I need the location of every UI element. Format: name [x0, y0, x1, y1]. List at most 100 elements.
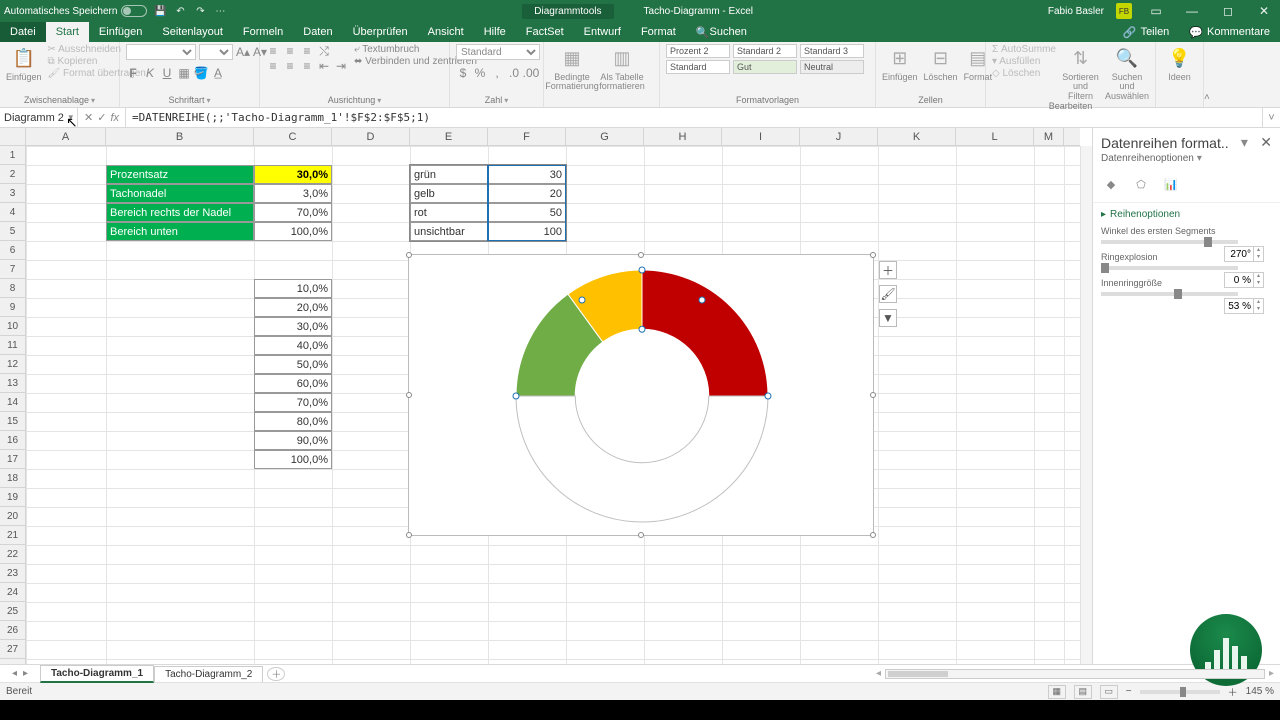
tab-data[interactable]: Daten — [293, 22, 342, 42]
add-sheet-button[interactable]: ＋ — [267, 667, 285, 681]
cell[interactable]: 100 — [488, 222, 566, 241]
tab-search[interactable]: 🔍 Suchen — [686, 22, 757, 42]
row-header-4[interactable]: 4 — [0, 203, 25, 222]
font-size[interactable] — [199, 44, 233, 60]
sheet-tab-2[interactable]: Tacho-Diagramm_2 — [154, 666, 263, 682]
border-icon[interactable]: ▦ — [177, 66, 191, 80]
style-neutral[interactable]: Neutral — [800, 60, 864, 74]
row-header-2[interactable]: 2 — [0, 165, 25, 184]
vscrollbar[interactable] — [1080, 146, 1092, 664]
sheet-nav-next-icon[interactable]: ▸ — [23, 668, 28, 679]
row-header-10[interactable]: 10 — [0, 317, 25, 336]
align-mid-icon[interactable]: ≡ — [283, 44, 297, 58]
explosion-slider[interactable] — [1101, 266, 1238, 270]
orientation-icon[interactable]: ⤭ — [317, 44, 331, 58]
col-header-B[interactable]: B — [106, 128, 254, 145]
style-standard[interactable]: Standard — [666, 60, 730, 74]
style-standard3[interactable]: Standard 3 — [800, 44, 864, 58]
row-header-18[interactable]: 18 — [0, 469, 25, 488]
tab-factset[interactable]: FactSet — [516, 22, 574, 42]
cell[interactable]: 100,0% — [254, 450, 332, 469]
ribbon-mode-icon[interactable]: ▭ — [1144, 4, 1168, 18]
row-header-1[interactable]: 1 — [0, 146, 25, 165]
save-icon[interactable]: 💾 — [153, 4, 167, 18]
pane-menu-icon[interactable]: ▾ — [1241, 134, 1248, 151]
row-header-6[interactable]: 6 — [0, 241, 25, 260]
currency-icon[interactable]: $ — [456, 66, 470, 80]
tab-format[interactable]: Format — [631, 22, 686, 42]
name-box[interactable]: Diagramm 2▾ — [0, 108, 78, 127]
row-header-24[interactable]: 24 — [0, 583, 25, 602]
align-top-icon[interactable]: ≡ — [266, 44, 280, 58]
grow-font-icon[interactable]: A▴ — [236, 45, 250, 59]
tab-help[interactable]: Hilfe — [474, 22, 516, 42]
comments-button[interactable]: 💬 Kommentare — [1179, 22, 1280, 42]
redo-icon[interactable]: ↷ — [193, 4, 207, 18]
cancel-formula-icon[interactable]: ✕ — [84, 111, 93, 124]
section-reihenoptionen[interactable]: ▸ Reihenoptionen — [1101, 209, 1272, 220]
cell[interactable]: Bereich unten — [106, 222, 254, 241]
formula-input[interactable]: =DATENREIHE(;;'Tacho-Diagramm_1'!$F$2:$F… — [126, 111, 1262, 124]
cell[interactable]: Prozentsatz — [106, 165, 254, 184]
slice-rot[interactable] — [642, 270, 768, 396]
collapse-ribbon-icon[interactable]: ˄ — [1204, 42, 1214, 107]
user-badge[interactable]: FB — [1116, 3, 1132, 19]
row-header-22[interactable]: 22 — [0, 545, 25, 564]
zoom-in-icon[interactable]: ＋ — [1228, 684, 1238, 699]
font-color-icon[interactable]: A̲ — [211, 66, 225, 80]
number-format-select[interactable]: Standard — [456, 44, 540, 60]
cells-insert[interactable]: ⊞Einfügen — [882, 44, 918, 82]
cell[interactable]: unsichtbar — [410, 222, 488, 241]
hole-size-slider[interactable] — [1101, 292, 1238, 296]
row-header-17[interactable]: 17 — [0, 450, 25, 469]
row-header-27[interactable]: 27 — [0, 640, 25, 659]
cell[interactable]: 90,0% — [254, 431, 332, 450]
row-header-8[interactable]: 8 — [0, 279, 25, 298]
first-slice-angle-slider[interactable] — [1101, 240, 1238, 244]
align-center-icon[interactable]: ≡ — [283, 59, 297, 73]
clear-button[interactable]: ◇ Löschen — [992, 68, 1056, 79]
fill-button[interactable]: ▾ Ausfüllen — [992, 56, 1056, 67]
hscrollbar[interactable]: ◂▸ — [285, 668, 1280, 679]
fill-color-icon[interactable]: 🪣 — [194, 66, 208, 80]
tab-design[interactable]: Entwurf — [574, 22, 631, 42]
col-header-K[interactable]: K — [878, 128, 956, 145]
row-header-16[interactable]: 16 — [0, 431, 25, 450]
align-left-icon[interactable]: ≡ — [266, 59, 280, 73]
chart-filter-button[interactable]: ▼ — [879, 309, 897, 327]
maximize-icon[interactable]: ◻ — [1216, 4, 1240, 18]
cell[interactable]: 80,0% — [254, 412, 332, 431]
comma-icon[interactable]: , — [490, 66, 504, 80]
col-header-J[interactable]: J — [800, 128, 878, 145]
col-header-H[interactable]: H — [644, 128, 722, 145]
tab-formulas[interactable]: Formeln — [233, 22, 293, 42]
row-header-9[interactable]: 9 — [0, 298, 25, 317]
row-header-21[interactable]: 21 — [0, 526, 25, 545]
col-header-F[interactable]: F — [488, 128, 566, 145]
fx-icon[interactable]: fx — [110, 112, 119, 124]
row-header-3[interactable]: 3 — [0, 184, 25, 203]
font-name[interactable] — [126, 44, 196, 60]
share-button[interactable]: 🔗 Teilen — [1113, 22, 1179, 42]
cell[interactable]: 70,0% — [254, 393, 332, 412]
indent-dec-icon[interactable]: ⇤ — [317, 59, 331, 73]
view-pagelayout-icon[interactable]: ▤ — [1074, 685, 1092, 699]
align-bot-icon[interactable]: ≡ — [300, 44, 314, 58]
minimize-icon[interactable]: — — [1180, 4, 1204, 18]
col-header-A[interactable]: A — [26, 128, 106, 145]
style-prozent2[interactable]: Prozent 2 — [666, 44, 730, 58]
col-header-G[interactable]: G — [566, 128, 644, 145]
col-header-M[interactable]: M — [1034, 128, 1064, 145]
cell[interactable]: 30 — [488, 165, 566, 184]
zoom-value[interactable]: 145 % — [1246, 686, 1274, 697]
cell[interactable]: 30,0% — [254, 317, 332, 336]
row-header-14[interactable]: 14 — [0, 393, 25, 412]
zoom-out-icon[interactable]: − — [1126, 686, 1132, 697]
indent-inc-icon[interactable]: ⇥ — [334, 59, 348, 73]
cell[interactable]: 30,0% — [254, 165, 332, 184]
italic-icon[interactable]: K — [143, 66, 157, 80]
cell[interactable]: 50 — [488, 203, 566, 222]
close-icon[interactable]: ✕ — [1252, 4, 1276, 18]
bold-icon[interactable]: F — [126, 66, 140, 80]
cell[interactable]: 20,0% — [254, 298, 332, 317]
